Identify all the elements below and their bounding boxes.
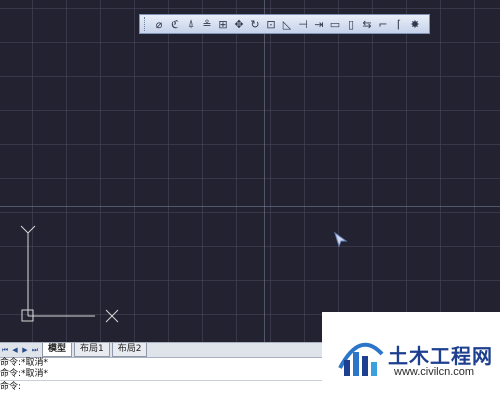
first-tab-icon[interactable]: ⏮ [0,346,10,355]
tab-model[interactable]: 模型 [42,343,73,357]
explode-icon[interactable]: ✸ [408,16,422,32]
ucs-icon [20,225,119,323]
tab-layout2[interactable]: 布局2 [111,343,148,357]
rotate-icon[interactable]: ↻ [248,16,262,32]
extend-icon[interactable]: ⇥ [312,16,326,32]
civilcn-logo-icon [338,342,384,376]
last-tab-icon[interactable]: ⏭ [30,346,40,355]
drawing-area[interactable]: ⌀ ℭ ⍋ ≗ ⊞ ✥ ↻ ⊡ ◺ ⊣ ⇥ ▭ ▯ ⇆ ⌐ ⌈ ✸ [0,0,500,342]
watermark-brand: 土木工程网 [388,344,493,368]
watermark-url: www.civilcn.com [394,366,475,378]
fillet-icon[interactable]: ⌈ [392,16,406,32]
watermark: 土木工程网 www.civilcn.com [322,312,500,402]
erase-icon[interactable]: ⌀ [152,16,166,32]
prev-tab-icon[interactable]: ◀ [10,346,20,354]
modify-toolbar[interactable]: ⌀ ℭ ⍋ ≗ ⊞ ✥ ↻ ⊡ ◺ ⊣ ⇥ ▭ ▯ ⇆ ⌐ ⌈ ✸ [139,14,430,34]
next-tab-icon[interactable]: ▶ [20,346,30,354]
copy-icon[interactable]: ℭ [168,16,182,32]
break-at-point-icon[interactable]: ▭ [328,16,342,32]
join-icon[interactable]: ⇆ [360,16,374,32]
toolbar-grip[interactable] [144,17,149,31]
mirror-icon[interactable]: ⍋ [184,16,198,32]
stretch-icon[interactable]: ◺ [280,16,294,32]
grid-major-line-vertical [264,0,265,342]
mouse-pointer-icon [334,232,348,248]
move-icon[interactable]: ✥ [232,16,246,32]
chamfer-icon[interactable]: ⌐ [376,16,390,32]
scale-icon[interactable]: ⊡ [264,16,278,32]
tab-layout1[interactable]: 布局1 [74,343,110,357]
break-icon[interactable]: ▯ [344,16,358,32]
offset-icon[interactable]: ≗ [200,16,214,32]
trim-icon[interactable]: ⊣ [296,16,310,32]
array-icon[interactable]: ⊞ [216,16,230,32]
